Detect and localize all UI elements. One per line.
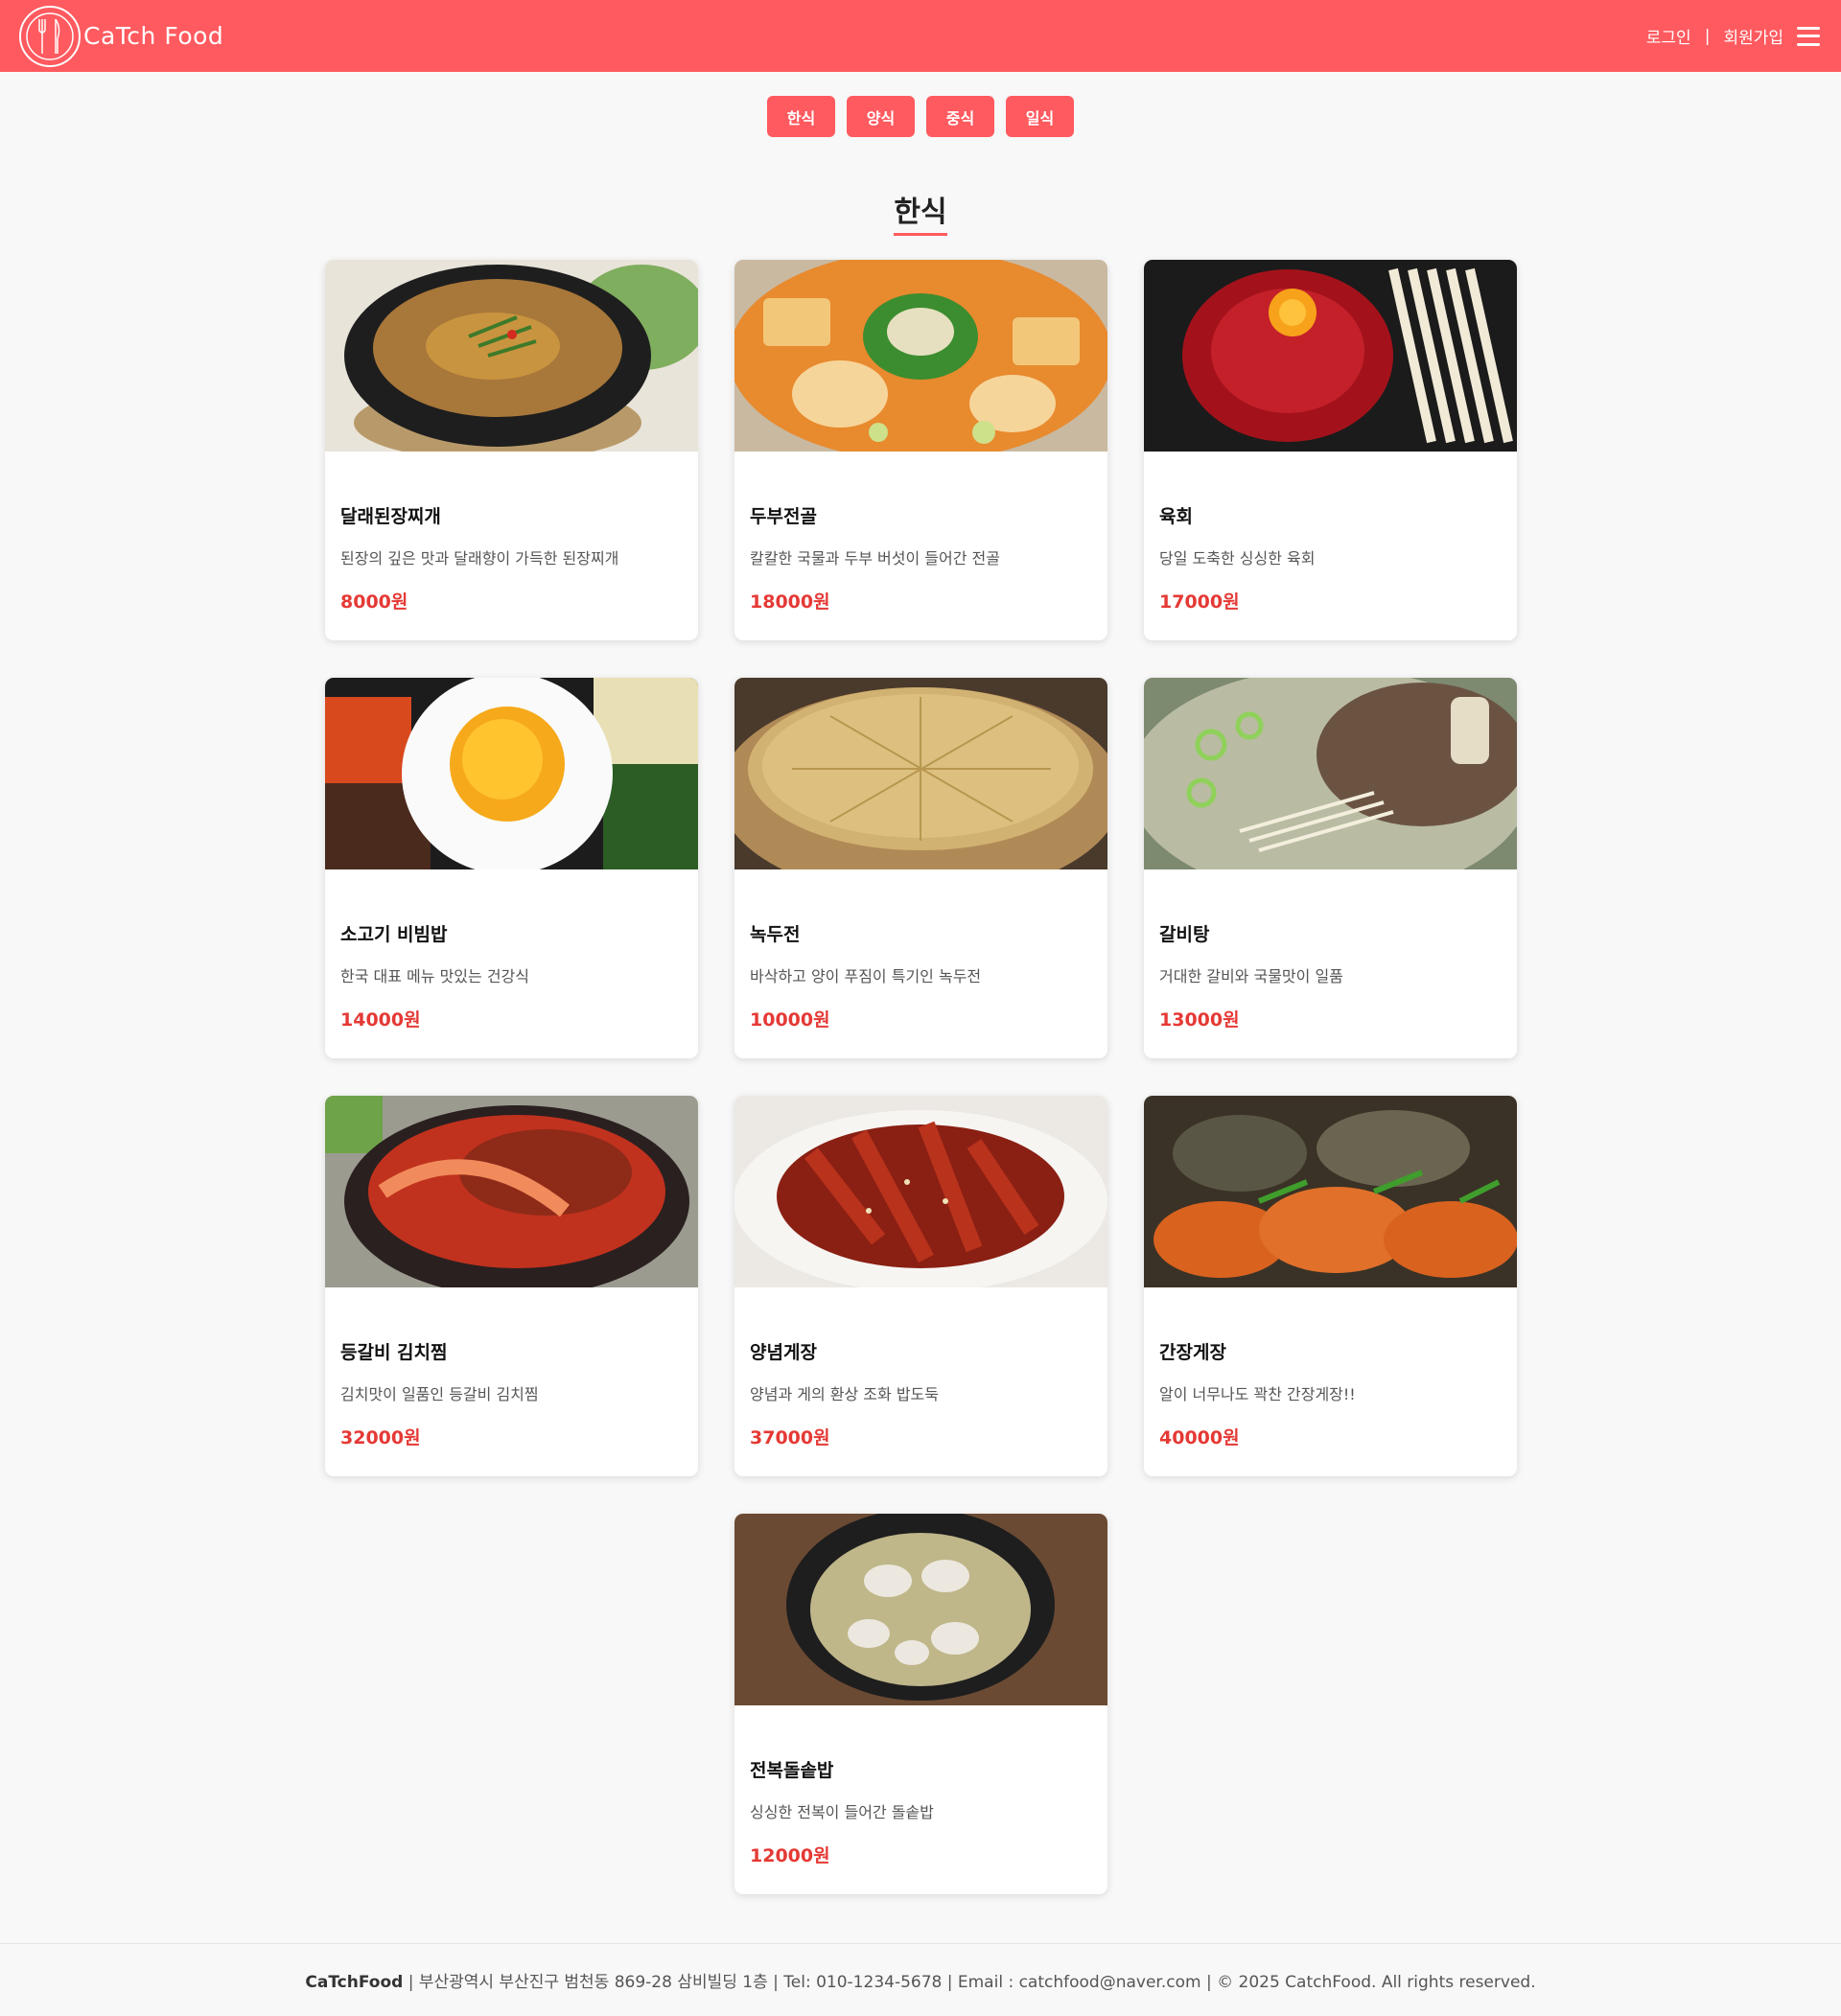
menu-price: 13000원: [1159, 1009, 1240, 1031]
tofu-hotpot-photo: [734, 260, 1107, 452]
fork-knife-icon: [19, 5, 81, 67]
menu-name: 전복돌솥밥: [750, 1760, 834, 1781]
menu-name: 달래된장찌개: [340, 506, 441, 527]
signup-link[interactable]: 회원가입: [1723, 24, 1783, 48]
mungbean-pancake-photo: [734, 678, 1107, 869]
soy-crab-photo: [1144, 1096, 1517, 1287]
menu-card[interactable]: 두부전골 칼칼한 국물과 두부 버섯이 들어간 전골 18000원: [734, 260, 1107, 640]
footer-info: | 부산광역시 부산진구 범천동 869-28 삼비빌딩 1층 | Tel: 0…: [403, 1973, 1536, 1992]
menu-card[interactable]: 녹두전 바삭하고 양이 푸짐이 특기인 녹두전 10000원: [734, 678, 1107, 1058]
login-link[interactable]: 로그인: [1646, 24, 1691, 48]
header-user-menu: 로그인 | 회원가입: [1646, 24, 1820, 48]
menu-description: 칼칼한 국물과 두부 버섯이 들어간 전골: [750, 549, 1000, 568]
menu-card[interactable]: 전복돌솥밥 싱싱한 전복이 들어간 돌솥밥 12000원: [734, 1514, 1107, 1894]
menu-card[interactable]: 갈비탕 거대한 갈비와 국물맛이 일품 13000원: [1144, 678, 1517, 1058]
menu-name: 두부전골: [750, 506, 817, 527]
menu-name: 등갈비 김치찜: [340, 1342, 448, 1363]
logo[interactable]: CaTch Food: [19, 5, 224, 67]
menu-price: 18000원: [750, 591, 830, 613]
category-button-japanese[interactable]: 일식: [1006, 96, 1074, 137]
menu-description: 양념과 게의 환상 조화 밥도둑: [750, 1385, 939, 1403]
menu-name: 소고기 비빔밥: [340, 924, 448, 945]
hamburger-icon[interactable]: [1797, 26, 1820, 46]
menu-price: 8000원: [340, 591, 408, 613]
menu-price: 37000원: [750, 1427, 830, 1448]
doenjang-stew-photo: [325, 260, 698, 452]
menu-card[interactable]: 양념게장 양념과 게의 환상 조화 밥도둑 37000원: [734, 1096, 1107, 1476]
menu-price: 10000원: [750, 1009, 830, 1031]
category-nav: 한식 양식 중식 일식: [0, 96, 1841, 137]
menu-card[interactable]: 간장게장 알이 너무나도 꽉찬 간장게장!! 40000원: [1144, 1096, 1517, 1476]
menu-name: 양념게장: [750, 1342, 817, 1363]
footer-brand: CaTchFood: [305, 1973, 404, 1992]
bibimbap-photo: [325, 678, 698, 869]
yukhoe-photo: [1144, 260, 1517, 452]
menu-description: 한국 대표 메뉴 맛있는 건강식: [340, 967, 529, 985]
menu-description: 된장의 깊은 맛과 달래향이 가득한 된장찌개: [340, 549, 619, 568]
site-footer: CaTchFood | 부산광역시 부산진구 범천동 869-28 삼비빌딩 1…: [0, 1943, 1841, 2016]
menu-price: 12000원: [750, 1845, 830, 1866]
menu-description: 거대한 갈비와 국물맛이 일품: [1159, 967, 1343, 985]
category-button-western[interactable]: 양식: [847, 96, 915, 137]
menu-name: 갈비탕: [1159, 924, 1210, 945]
menu-card[interactable]: 등갈비 김치찜 김치맛이 일품인 등갈비 김치찜 32000원: [325, 1096, 698, 1476]
menu-name: 녹두전: [750, 924, 801, 945]
menu-description: 알이 너무나도 꽉찬 간장게장!!: [1159, 1385, 1356, 1403]
title-underline: [894, 233, 947, 236]
kimchi-jjim-photo: [325, 1096, 698, 1287]
menu-description: 김치맛이 일품인 등갈비 김치찜: [340, 1385, 539, 1403]
menu-name: 간장게장: [1159, 1342, 1226, 1363]
section-title: 한식: [894, 196, 947, 229]
menu-price: 14000원: [340, 1009, 421, 1031]
menu-description: 바삭하고 양이 푸짐이 특기인 녹두전: [750, 967, 982, 985]
category-button-korean[interactable]: 한식: [767, 96, 835, 137]
menu-name: 육회: [1159, 506, 1193, 527]
menu-price: 40000원: [1159, 1427, 1240, 1448]
menu-description: 당일 도축한 싱싱한 육회: [1159, 549, 1316, 568]
logo-text: CaTch Food: [83, 22, 224, 50]
menu-price: 17000원: [1159, 591, 1240, 613]
abalone-rice-photo: [734, 1514, 1107, 1705]
menu-card[interactable]: 소고기 비빔밥 한국 대표 메뉴 맛있는 건강식 14000원: [325, 678, 698, 1058]
yangnyeom-crab-photo: [734, 1096, 1107, 1287]
top-header: CaTch Food 로그인 | 회원가입: [0, 0, 1841, 72]
menu-description: 싱싱한 전복이 들어간 돌솥밥: [750, 1803, 934, 1821]
category-button-chinese[interactable]: 중식: [926, 96, 994, 137]
menu-card[interactable]: 달래된장찌개 된장의 깊은 맛과 달래향이 가득한 된장찌개 8000원: [325, 260, 698, 640]
header-separator: |: [1704, 26, 1711, 46]
galbitang-photo: [1144, 678, 1517, 869]
menu-card[interactable]: 육회 당일 도축한 싱싱한 육회 17000원: [1144, 260, 1517, 640]
menu-price: 32000원: [340, 1427, 421, 1448]
